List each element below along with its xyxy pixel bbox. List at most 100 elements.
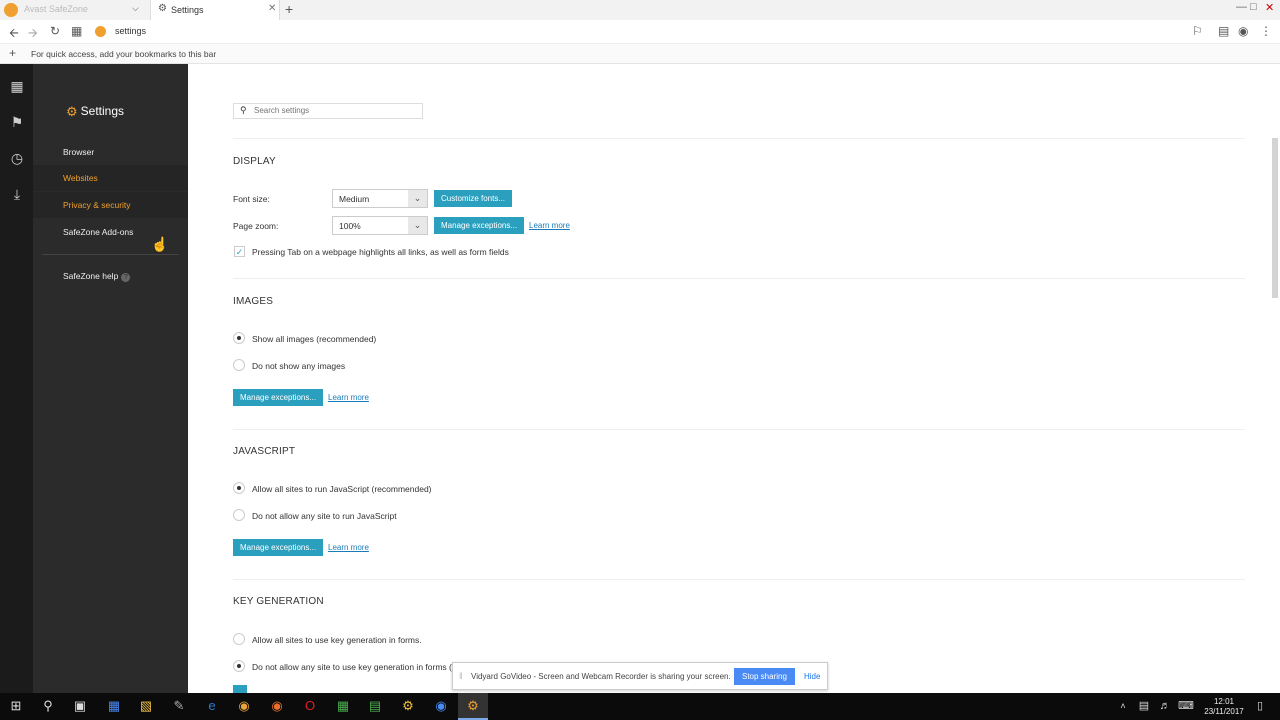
bookmarks-bar: + For quick access, add your bookmarks t… xyxy=(0,44,1280,64)
start-icon[interactable]: ⊞ xyxy=(8,698,24,714)
history-icon[interactable]: ◷ xyxy=(8,150,26,168)
show-images-label: Show all images (recommended) xyxy=(252,334,377,344)
chevron-down-icon[interactable]: ⌵ xyxy=(132,3,139,14)
extension-icon[interactable]: ▤ xyxy=(1218,24,1229,38)
section-title-javascript: JAVASCRIPT xyxy=(233,446,296,457)
search-box[interactable]: ⚲ xyxy=(233,103,423,119)
scrollbar[interactable] xyxy=(1272,138,1278,298)
maximize-icon[interactable]: □ xyxy=(1250,1,1257,13)
drag-handle-icon[interactable]: ‖ xyxy=(459,671,463,681)
file-explorer-icon[interactable]: ▧ xyxy=(138,698,154,714)
sidebar-title: Settings xyxy=(80,104,125,118)
javascript-learn-more-link[interactable]: Learn more xyxy=(328,543,369,552)
block-keygen-radio[interactable] xyxy=(233,660,245,672)
section-divider xyxy=(233,138,1245,139)
section-divider xyxy=(233,579,1245,580)
screen-share-banner: ‖ Vidyard GoVideo - Screen and Webcam Re… xyxy=(452,662,828,690)
chevron-down-icon: ⌄ xyxy=(408,190,427,207)
allow-javascript-radio[interactable] xyxy=(233,482,245,494)
apps-icon[interactable]: ▦ xyxy=(71,24,82,38)
chrome-icon[interactable]: ◉ xyxy=(236,698,252,714)
customize-fonts-button[interactable]: Customize fonts... xyxy=(434,190,513,207)
forward-icon[interactable]: 🡪 xyxy=(28,24,38,45)
tab-strip: Avast SafeZone ⌵ ⚙ Settings ✕ + — □ ✕ xyxy=(0,0,1280,20)
allow-keygen-label: Allow all sites to use key generation in… xyxy=(252,635,422,645)
sidebar-item-privacy-security[interactable]: Privacy & security xyxy=(33,192,188,218)
close-icon[interactable]: ✕ xyxy=(268,3,276,14)
calculator-icon[interactable]: ▦ xyxy=(335,698,351,714)
bookmarks-icon[interactable]: ⚑ xyxy=(8,114,26,132)
url-field[interactable]: settings xyxy=(115,26,146,36)
mouse-cursor-icon: ☝ xyxy=(151,236,169,252)
account-icon[interactable]: ◉ xyxy=(1238,24,1248,38)
gear-icon: ⚙ xyxy=(66,104,78,119)
search-icon: ⚲ xyxy=(240,105,247,115)
back-icon[interactable]: 🡨 xyxy=(9,24,19,45)
page-zoom-select[interactable]: 100% ⌄ xyxy=(332,216,428,235)
search-input[interactable] xyxy=(254,106,414,115)
volume-icon[interactable]: ♬ xyxy=(1157,698,1173,714)
search-icon[interactable]: ⚲ xyxy=(40,698,56,714)
edge-icon[interactable]: e xyxy=(204,698,220,714)
tab-title: Avast SafeZone xyxy=(24,4,88,14)
tab-settings[interactable]: ⚙ Settings ✕ xyxy=(150,0,280,20)
app-icon[interactable]: ✎ xyxy=(171,698,187,714)
block-javascript-radio[interactable] xyxy=(233,509,245,521)
clock[interactable]: 12:01 23/11/2017 xyxy=(1199,697,1249,717)
tab-title: Settings xyxy=(171,5,204,15)
bookmarks-hint: For quick access, add your bookmarks to … xyxy=(31,49,217,59)
show-hidden-icons-icon[interactable]: ˄ xyxy=(1115,698,1131,714)
clock-date: 23/11/2017 xyxy=(1204,707,1244,716)
images-learn-more-link[interactable]: Learn more xyxy=(328,393,369,402)
site-logo-icon xyxy=(95,26,106,37)
firefox-icon[interactable]: ◉ xyxy=(269,698,285,714)
javascript-manage-exceptions-button[interactable]: Manage exceptions... xyxy=(233,539,324,556)
address-bar: 🡨 🡪 ↻ ▦ settings ⚐ ▤ ◉ ⋮ xyxy=(0,20,1280,44)
minimize-icon[interactable]: — xyxy=(1236,1,1247,13)
page-zoom-value: 100% xyxy=(339,221,361,231)
font-size-select[interactable]: Medium ⌄ xyxy=(332,189,428,208)
tab-highlight-checkbox[interactable]: ✓ xyxy=(234,246,245,257)
menu-icon[interactable]: ⋮ xyxy=(1260,24,1272,38)
manage-exceptions-button[interactable]: Manage exceptions... xyxy=(434,217,525,234)
store-icon[interactable]: ▦ xyxy=(106,698,122,714)
sidebar-item-websites[interactable]: Websites xyxy=(33,165,188,191)
folder-icon[interactable]: ⚙ xyxy=(400,698,416,714)
new-tab-button[interactable]: + xyxy=(285,1,293,17)
notifications-icon[interactable]: ▯ xyxy=(1252,698,1268,714)
left-rail: ▦ ⚑ ◷ ⤓ xyxy=(0,64,33,693)
section-title-display: DISPLAY xyxy=(233,156,276,167)
chevron-down-icon: ⌄ xyxy=(408,217,427,234)
sidebar-item-browser[interactable]: Browser xyxy=(33,139,188,165)
apps-grid-icon[interactable]: ▦ xyxy=(8,78,26,96)
downloads-icon[interactable]: ⤓ xyxy=(8,186,26,204)
images-manage-exceptions-button[interactable]: Manage exceptions... xyxy=(233,389,324,406)
network-icon[interactable]: ▤ xyxy=(1136,698,1152,714)
font-size-value: Medium xyxy=(339,194,370,204)
hide-banner-button[interactable]: Hide xyxy=(804,672,820,681)
store-bag-icon[interactable]: ▤ xyxy=(367,698,383,714)
browser-icon[interactable]: ◉ xyxy=(433,698,449,714)
sidebar-header: ⚙ Settings xyxy=(66,104,124,120)
opera-icon[interactable]: O xyxy=(302,698,318,714)
section-title-key-generation: KEY GENERATION xyxy=(233,596,324,607)
reload-icon[interactable]: ↻ xyxy=(50,24,60,38)
sidebar-item-help[interactable]: SafeZone help? xyxy=(33,263,188,289)
keyboard-icon[interactable]: ⌨ xyxy=(1178,698,1194,714)
settings-sidebar: ⚙ Settings Browser Websites Privacy & sec… xyxy=(33,64,188,693)
hide-images-radio[interactable] xyxy=(233,359,245,371)
tab-safezone[interactable]: Avast SafeZone ⌵ xyxy=(0,0,148,20)
tab-highlight-label: Pressing Tab on a webpage highlights all… xyxy=(252,247,509,257)
add-bookmark-icon[interactable]: + xyxy=(9,46,16,60)
allow-keygen-radio[interactable] xyxy=(233,633,245,645)
safezone-icon[interactable]: ⚙ xyxy=(465,698,481,714)
stop-sharing-button[interactable]: Stop sharing xyxy=(734,668,795,685)
window-close-icon[interactable]: ✕ xyxy=(1265,1,1274,14)
show-images-radio[interactable] xyxy=(233,332,245,344)
task-view-icon[interactable]: ▣ xyxy=(72,698,88,714)
clock-time: 12:01 xyxy=(1213,697,1235,706)
section-title-images: IMAGES xyxy=(233,296,274,307)
bookmark-icon[interactable]: ⚐ xyxy=(1192,24,1203,38)
keygen-manage-exceptions-button[interactable] xyxy=(233,685,247,693)
learn-more-link[interactable]: Learn more xyxy=(529,221,570,230)
